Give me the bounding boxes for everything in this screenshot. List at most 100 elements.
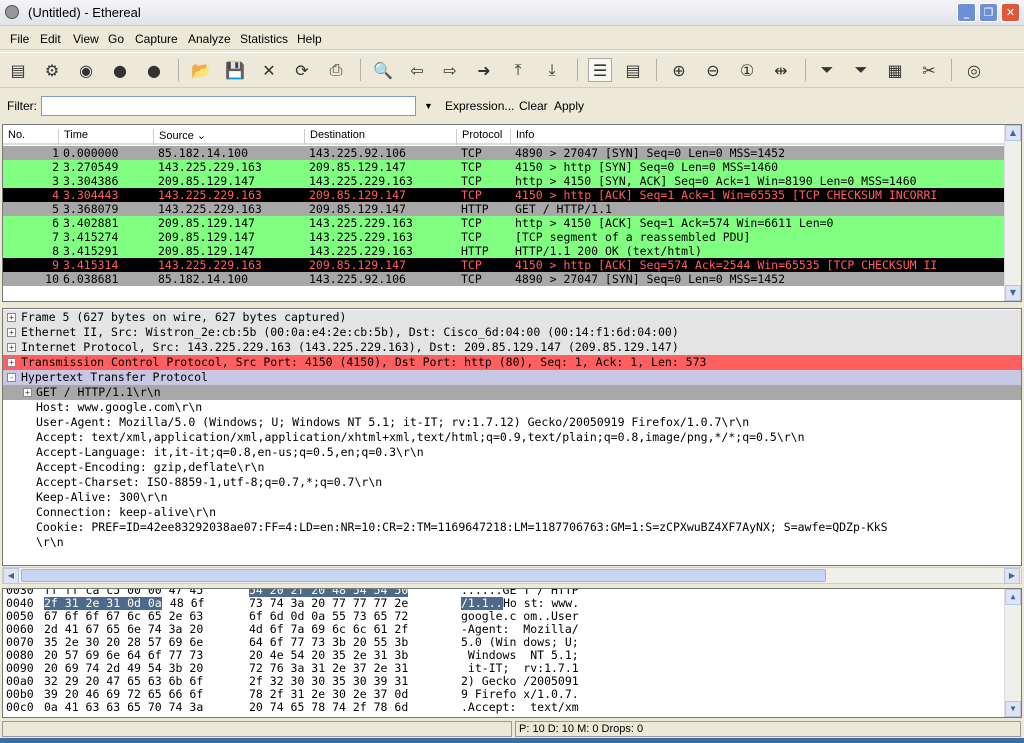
detail-row[interactable]: + Transmission Control Protocol, Src Port… xyxy=(3,355,1021,370)
close-button[interactable]: ✕ xyxy=(1001,3,1020,22)
taskbar xyxy=(0,738,1024,743)
menu-file[interactable]: File xyxy=(10,32,29,46)
detail-row[interactable]: + Frame 5 (627 bytes on wire, 627 bytes c… xyxy=(3,310,1021,325)
scroll-down-button[interactable]: ▼ xyxy=(1005,701,1021,717)
apply-button[interactable]: Apply xyxy=(554,99,584,113)
column-time[interactable]: Time xyxy=(58,129,88,145)
detail-row: Cookie: PREF=ID=42ee83292038ae07:FF=4:LD… xyxy=(3,520,1021,535)
packet-row[interactable]: 1 0.000000 85.182.14.100 143.225.92.106 TCP 4… xyxy=(3,146,1005,160)
stop-capture-button[interactable]: ● xyxy=(108,58,132,82)
scroll-left-button[interactable]: ◀ xyxy=(3,568,19,584)
packet-destination: 143.225.92.106 xyxy=(309,272,406,286)
menu-help[interactable]: Help xyxy=(297,32,322,46)
scroll-thumb[interactable] xyxy=(21,569,826,582)
packet-row[interactable]: 8 3.415291 209.85.129.147 143.225.229.163 HT… xyxy=(3,244,1005,258)
packet-protocol: HTTP xyxy=(461,244,489,258)
open-button[interactable]: 📂 xyxy=(189,58,213,82)
menu-statistics[interactable]: Statistics xyxy=(240,32,288,46)
start-capture-button[interactable]: ◉ xyxy=(74,58,98,82)
scroll-down-button[interactable]: ▼ xyxy=(1005,285,1021,301)
expand-icon[interactable]: + xyxy=(7,313,16,322)
find-button[interactable]: 🔍 xyxy=(371,58,395,82)
help-button[interactable]: ◎ xyxy=(962,58,986,82)
interfaces-button[interactable]: ▤ xyxy=(6,58,30,82)
packet-row[interactable]: 5 3.368079 143.225.229.163 209.85.129.147 HT… xyxy=(3,202,1005,216)
expand-icon[interactable]: + xyxy=(23,388,32,397)
zoom-in-button[interactable]: ⊕ xyxy=(667,58,691,82)
restore-button[interactable]: ❐ xyxy=(979,3,998,22)
colorize-button[interactable]: ☰ xyxy=(588,58,612,82)
auto-scroll-button[interactable]: ▤ xyxy=(621,58,645,82)
coloring-rules-icon: ▦ xyxy=(887,60,903,80)
filter-input[interactable] xyxy=(41,96,416,116)
zoom-out-button[interactable]: ⊖ xyxy=(701,58,725,82)
packet-row[interactable]: 9 3.415314 143.225.229.163 209.85.129.147 TC… xyxy=(3,258,1005,272)
toolbar-separator xyxy=(178,59,179,81)
collapse-icon[interactable]: - xyxy=(7,373,16,382)
packet-number: 1 xyxy=(52,146,59,160)
column-destination[interactable]: Destination xyxy=(304,129,365,145)
column-source[interactable]: Source ⌄ xyxy=(153,129,206,145)
expand-icon[interactable]: + xyxy=(7,328,16,337)
normal-size-button[interactable]: ① xyxy=(735,58,759,82)
coloring-rules-button[interactable]: ▦ xyxy=(883,58,907,82)
column-info[interactable]: Info xyxy=(510,129,534,145)
detail-row[interactable]: - Hypertext Transfer Protocol xyxy=(3,370,1021,385)
detail-row[interactable]: + Ethernet II, Src: Wistron_2e:cb:5b (00:… xyxy=(3,325,1021,340)
expand-icon[interactable]: + xyxy=(7,343,16,352)
expand-icon[interactable]: + xyxy=(7,358,16,367)
forward-button[interactable]: ⇨ xyxy=(438,58,462,82)
column-no[interactable]: No. xyxy=(3,129,25,145)
detail-row: Accept-Charset: ISO-8859-1,utf-8;q=0.7,*… xyxy=(3,475,1021,490)
go-to-packet-button[interactable]: ➜ xyxy=(472,58,496,82)
first-packet-button[interactable]: ⤒ xyxy=(506,58,530,82)
packet-row[interactable]: 4 3.304443 143.225.229.163 209.85.129.147 TC… xyxy=(3,188,1005,202)
expression-button[interactable]: Expression... xyxy=(445,99,514,113)
scroll-up-button[interactable]: ▲ xyxy=(1005,589,1021,605)
minimize-button[interactable]: _ xyxy=(957,3,976,22)
options-button[interactable]: ⚙ xyxy=(40,58,64,82)
scroll-up-button[interactable]: ▲ xyxy=(1005,125,1021,141)
restart-capture-button[interactable]: ● xyxy=(142,58,166,82)
packet-row[interactable]: 6 3.402881 209.85.129.147 143.225.229.163 TC… xyxy=(3,216,1005,230)
detail-text: Accept: text/xml,application/xml,applica… xyxy=(36,430,805,444)
app-icon[interactable] xyxy=(5,5,19,19)
clear-button[interactable]: Clear xyxy=(519,99,548,113)
packet-list-scrollbar[interactable]: ▲ ▼ xyxy=(1004,125,1021,301)
print-button[interactable]: ⎙ xyxy=(324,58,348,82)
reload-button[interactable]: ⟳ xyxy=(290,58,314,82)
detail-row[interactable]: + Internet Protocol, Src: 143.225.229.163… xyxy=(3,340,1021,355)
packet-row[interactable]: 10 6.038681 85.182.14.100 143.225.92.106 TCP… xyxy=(3,272,1005,286)
packet-row[interactable]: 2 3.270549 143.225.229.163 209.85.129.147 TC… xyxy=(3,160,1005,174)
go-to-packet-icon: ➜ xyxy=(477,60,491,80)
close-file-button[interactable]: ✕ xyxy=(257,58,281,82)
filter-dropdown-icon[interactable]: ▼ xyxy=(424,101,433,111)
scroll-right-button[interactable]: ▶ xyxy=(1004,568,1020,584)
details-horizontal-scrollbar[interactable]: ◀ ▶ xyxy=(2,567,1022,584)
menu-analyze[interactable]: Analyze xyxy=(188,32,231,46)
menu-view[interactable]: View xyxy=(73,32,99,46)
capture-filters-button[interactable]: ⏷ xyxy=(815,58,839,82)
packet-row[interactable]: 3 3.304386 209.85.129.147 143.225.229.163 TC… xyxy=(3,174,1005,188)
packet-row[interactable]: 7 3.415274 209.85.129.147 143.225.229.163 TC… xyxy=(3,230,1005,244)
menu-edit[interactable]: Edit xyxy=(40,32,61,46)
title-bar: (Untitled) - Ethereal _ ❐ ✕ xyxy=(0,0,1024,26)
capture-filters-icon: ⏷ xyxy=(820,60,834,79)
detail-row: Host: www.google.com\r\n xyxy=(3,400,1021,415)
bytes-scrollbar[interactable]: ▲ ▼ xyxy=(1004,589,1021,717)
detail-row: \r\n xyxy=(3,535,1021,550)
hex-bytes: 20 74 65 78 74 2f 78 6d xyxy=(249,700,409,714)
save-button[interactable]: 💾 xyxy=(223,58,247,82)
packet-number: 9 xyxy=(52,258,59,272)
column-protocol[interactable]: Protocol xyxy=(456,129,502,145)
last-packet-button[interactable]: ⤓ xyxy=(540,58,564,82)
menu-capture[interactable]: Capture xyxy=(135,32,178,46)
display-filters-button[interactable]: ⏷ xyxy=(849,58,873,82)
menu-go[interactable]: Go xyxy=(108,32,124,46)
preferences-button[interactable]: ✂ xyxy=(917,58,941,82)
packet-protocol: TCP xyxy=(461,174,482,188)
detail-row[interactable]: + GET / HTTP/1.1\r\n xyxy=(3,385,1021,400)
status-info xyxy=(2,721,512,737)
back-button[interactable]: ⇦ xyxy=(405,58,429,82)
resize-columns-button[interactable]: ⇹ xyxy=(769,58,793,82)
